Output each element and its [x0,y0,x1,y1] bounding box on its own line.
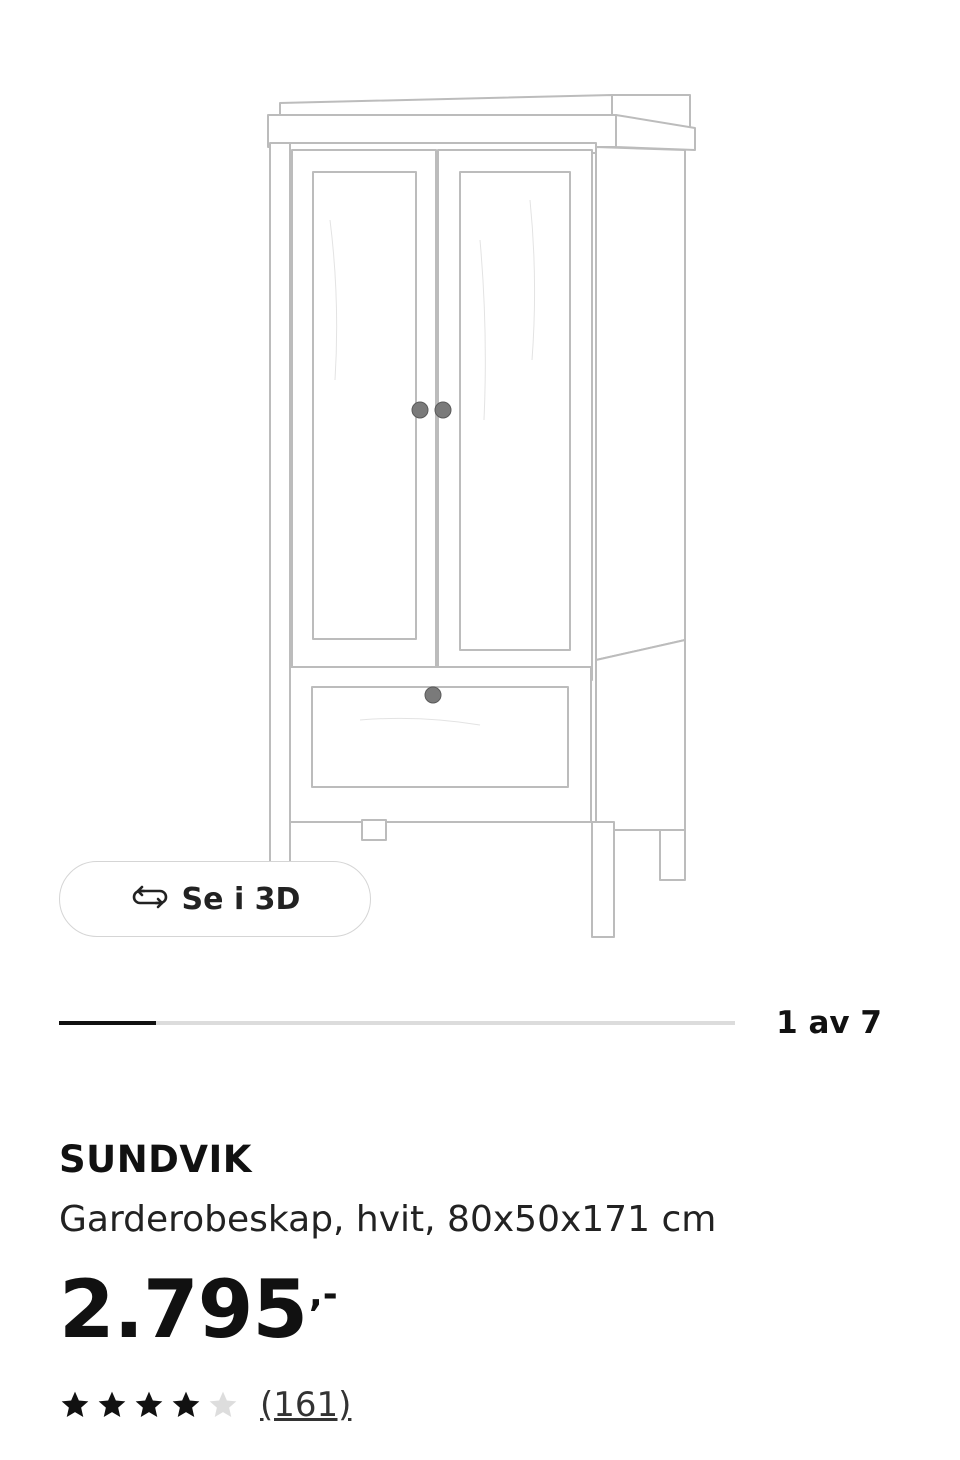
gallery-counter: 1 av 7 [776,1005,882,1041]
star-filled-icon [135,1391,163,1417]
price-suffix: ,- [309,1274,338,1315]
product-rating[interactable]: (161) [59,1385,351,1425]
product-price: 2.795 ,- [59,1262,338,1358]
gallery-progress-fill [59,1021,156,1025]
star-filled-icon [172,1391,200,1417]
reviews-count-link[interactable]: (161) [260,1385,351,1425]
view-in-3d-button[interactable]: Se i 3D [59,861,371,937]
product-name: SUNDVIK [59,1138,252,1181]
product-image[interactable] [0,0,960,960]
star-filled-icon [98,1391,126,1417]
view-in-3d-label: Se i 3D [181,881,301,917]
price-integer: 2.795 [59,1263,308,1356]
rotate-3d-icon [130,884,170,914]
rating-stars [59,1389,244,1421]
gallery-progress-bar [59,1021,735,1025]
star-filled-icon [61,1391,89,1417]
product-description: Garderobeskap, hvit, 80x50x171 cm [59,1199,717,1240]
star-empty-icon [209,1391,237,1417]
